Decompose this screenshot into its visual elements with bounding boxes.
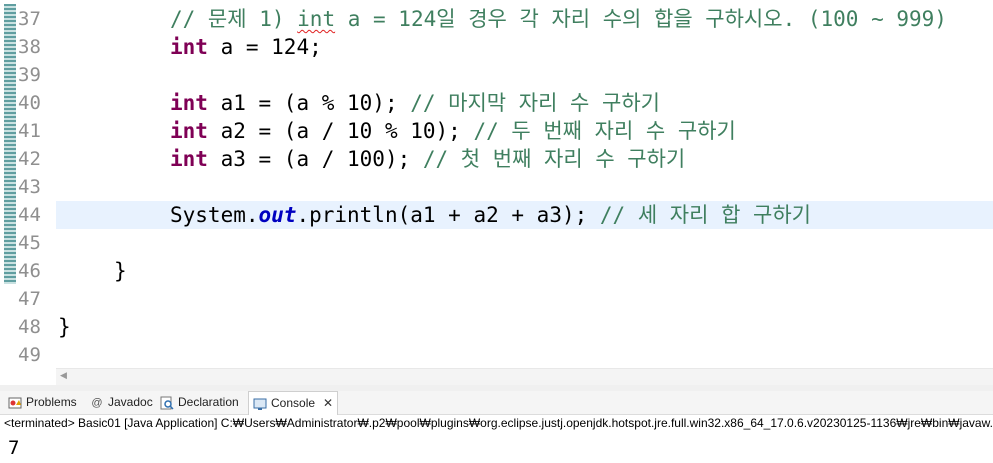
close-icon[interactable]: ✕ [323,392,333,415]
line-number: 42 [18,148,41,170]
code-line[interactable]: 49 [0,341,993,368]
code-line[interactable]: 39 [0,61,993,89]
code-rest: .println(a1 + a2 + a3); [296,203,600,227]
code-text[interactable]: int a2 = (a / 10 % 10); // 두 번째 자리 수 구하기 [170,117,736,145]
code-text[interactable]: int a = 124; [170,33,322,61]
comment: // 문제 1) [170,7,298,31]
tab-label: Declaration [178,395,239,409]
code-rest: a = 124; [207,35,322,59]
code-line[interactable]: 47 [0,285,993,313]
code-line[interactable]: 43 [0,173,993,201]
code-rest: a1 = (a % 10); [207,91,411,115]
tab-label: Console [271,396,316,410]
keyword: int [170,35,208,59]
line-number: 39 [18,64,41,86]
code-line[interactable]: 38 int a = 124; [0,33,993,61]
keyword: int [170,147,208,171]
declaration-icon [160,396,174,410]
line-number: 37 [18,8,41,30]
code-line[interactable]: 48 } [0,313,993,341]
comment: // 두 번째 자리 수 구하기 [473,119,736,143]
line-number: 46 [18,260,41,282]
comment-squiggle-word: int [297,7,336,31]
console-icon [253,397,267,411]
line-number: 43 [18,176,41,198]
problems-icon [8,396,22,410]
line-number: 40 [18,92,41,114]
keyword: int [170,91,208,115]
code-text[interactable]: System.out.println(a1 + a2 + a3); // 세 자… [170,201,811,229]
horizontal-scrollbar[interactable]: ◀ [56,368,993,385]
code-line[interactable]: 45 [0,229,993,257]
line-number: 48 [18,316,41,338]
code-line[interactable]: 37 // 문제 1) int a = 124일 경우 각 자리 수의 합을 구… [0,5,993,33]
line-number: 41 [18,120,41,142]
comment: // 세 자리 합 구하기 [599,203,811,227]
console-output: 7 [8,437,20,459]
console-status: <terminated> Basic01 [Java Application] … [4,416,993,430]
keyword: int [170,119,208,143]
tab-label: Javadoc [108,395,153,409]
code-line[interactable]: 46 } [0,257,993,285]
static-field: out [258,203,297,227]
line-number: 38 [18,36,41,58]
tab-label: Problems [26,395,77,409]
code-line[interactable]: 44 System.out.println(a1 + a2 + a3); // … [0,201,993,229]
comment: // 첫 번째 자리 수 구하기 [422,147,686,171]
tab-declaration[interactable]: Declaration [160,391,239,414]
line-number: 45 [18,232,41,254]
line-number: 49 [18,344,41,366]
code-line[interactable]: 41 int a2 = (a / 10 % 10); // 두 번째 자리 수 … [0,117,993,145]
tab-javadoc[interactable]: @ Javadoc [90,391,153,414]
line-number: 47 [18,288,41,310]
tab-console[interactable]: Console ✕ [248,391,339,415]
code-text[interactable]: int a1 = (a % 10); // 마지막 자리 수 구하기 [170,89,660,117]
code-rest: a3 = (a / 100); [207,147,423,171]
code-text[interactable]: // 문제 1) int a = 124일 경우 각 자리 수의 합을 구하시오… [170,5,947,33]
code-editor[interactable]: 37 // 문제 1) int a = 124일 경우 각 자리 수의 합을 구… [0,0,993,368]
comment: // 마지막 자리 수 구하기 [410,91,660,115]
comment: a = 124일 경우 각 자리 수의 합을 구하시오. (100 ~ 999) [335,7,947,31]
code-rest: a2 = (a / 10 % 10); [207,119,474,143]
code-text[interactable]: } [58,313,71,341]
tab-problems[interactable]: Problems [8,391,77,414]
code-text[interactable]: } [114,257,127,285]
scroll-left-icon[interactable]: ◀ [60,371,67,381]
line-number: 44 [18,204,41,226]
code-line[interactable]: 40 int a1 = (a % 10); // 마지막 자리 수 구하기 [0,89,993,117]
javadoc-icon: @ [91,396,103,409]
code-line[interactable]: 42 int a3 = (a / 100); // 첫 번째 자리 수 구하기 [0,145,993,173]
code-system: System. [170,203,259,227]
bottom-panel-tabs: Problems @ Javadoc Declaration Console ✕ [0,391,993,415]
code-text[interactable]: int a3 = (a / 100); // 첫 번째 자리 수 구하기 [170,145,685,173]
